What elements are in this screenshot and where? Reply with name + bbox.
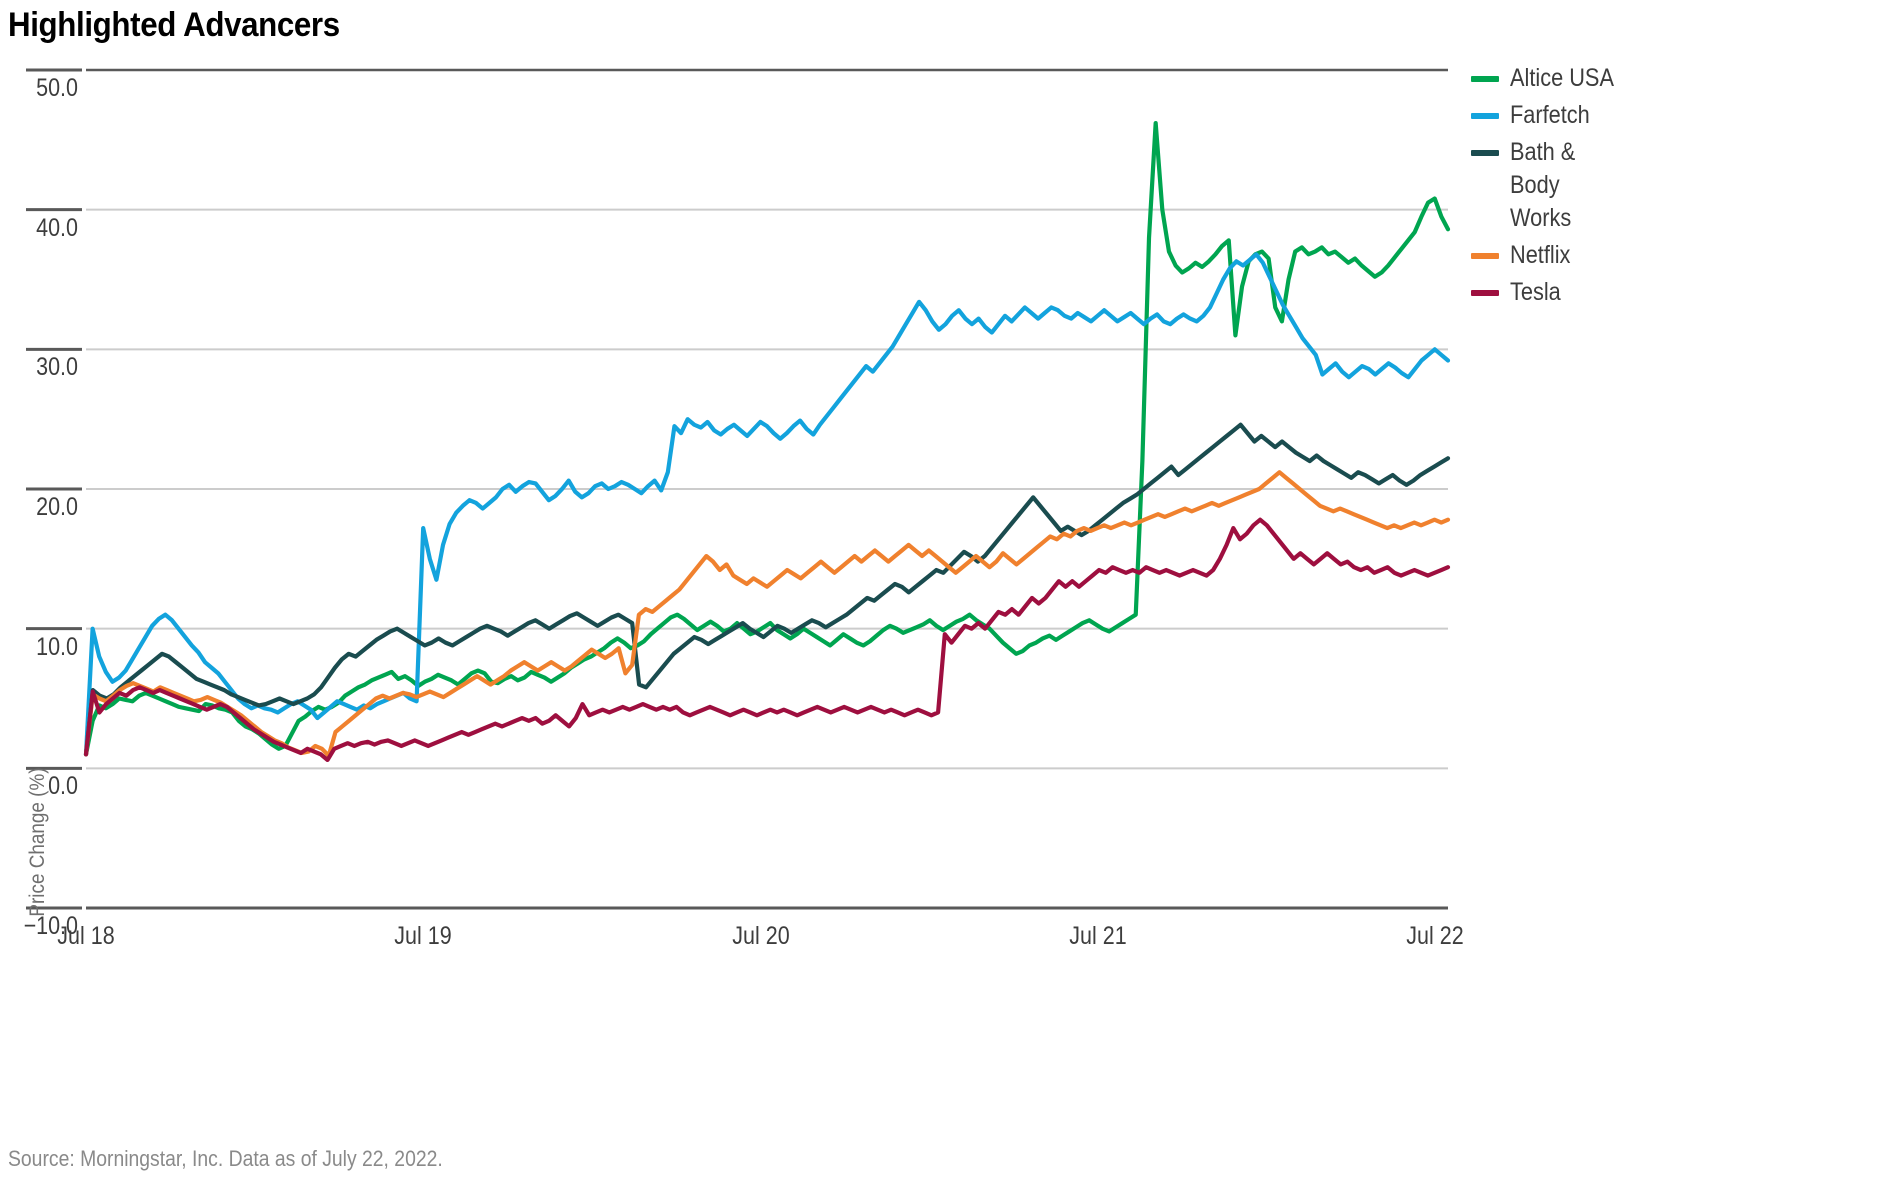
legend-swatch-line-icon [1471, 253, 1499, 259]
legend-label: Farfetch [1510, 101, 1590, 129]
y-tick-label: 10.0 [36, 632, 78, 661]
y-tick-label: 50.0 [36, 74, 78, 102]
y-tick-label: 40.0 [36, 213, 78, 242]
chart-root: Highlighted Advancers Price Change (%) −… [0, 0, 1896, 1186]
x-tick-label: Jul 21 [1069, 922, 1127, 950]
legend-swatch-line-icon [1471, 76, 1499, 82]
chart-legend: Altice USA Farfetch Bath & Body Works Netfl… [1471, 62, 1891, 313]
x-tick-label: Jul 20 [731, 922, 790, 950]
legend-label: Altice USA [1510, 64, 1614, 92]
source-note: Source: Morningstar, Inc. Data as of Jul… [8, 1146, 443, 1171]
legend-item[interactable]: Altice USA [1471, 62, 1891, 95]
series-line-farfetch [83, 252, 1451, 757]
legend-item[interactable]: Tesla [1471, 276, 1891, 309]
legend-swatch-line-icon [1471, 113, 1499, 119]
legend-item[interactable]: Farfetch [1471, 99, 1891, 132]
series-line-altice-usa [83, 120, 1451, 757]
legend-swatch-line-icon [1471, 290, 1499, 296]
series-line-bath-body-works [83, 422, 1451, 757]
x-tick-label: Jul 22 [1406, 922, 1464, 950]
y-tick-label: 30.0 [36, 353, 78, 382]
y-tick-label: 20.0 [36, 493, 78, 521]
legend-label: Tesla [1510, 278, 1561, 306]
legend-label: Netflix [1510, 241, 1571, 269]
y-tick-label: 0.0 [48, 772, 78, 801]
legend-item[interactable]: Bath & Body Works [1471, 136, 1891, 235]
x-tick-label: Jul 19 [394, 922, 452, 950]
series-line-tesla [83, 517, 1451, 763]
legend-item[interactable]: Netflix [1471, 239, 1891, 272]
legend-swatch-line-icon [1471, 150, 1499, 156]
x-tick-label: Jul 18 [57, 922, 115, 950]
legend-label: Bath & Body Works [1510, 138, 1576, 232]
